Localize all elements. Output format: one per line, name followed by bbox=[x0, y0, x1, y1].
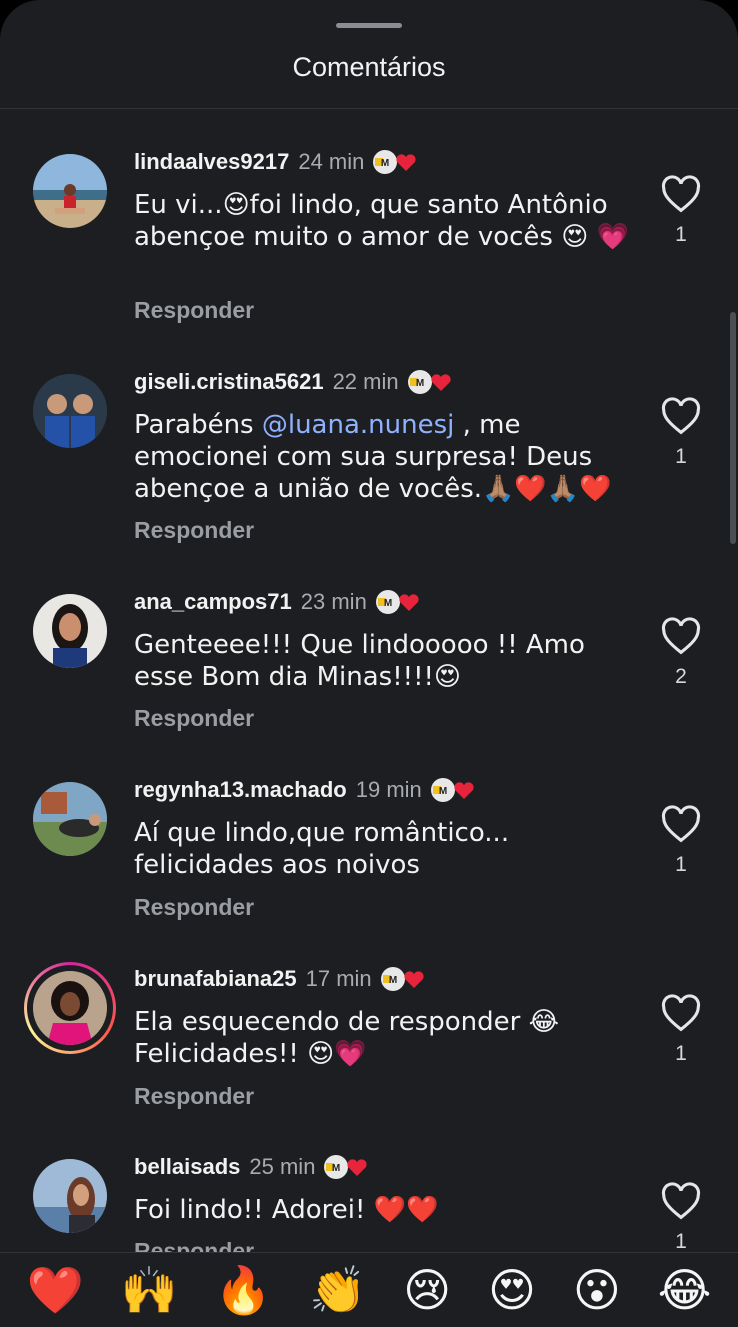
comment-meta: giseli.cristina5621 22 min M bbox=[134, 367, 453, 397]
reaction-fire-icon[interactable]: 🔥 bbox=[215, 1267, 272, 1313]
avatar[interactable] bbox=[33, 1159, 107, 1233]
svg-text:M: M bbox=[381, 158, 389, 169]
like-count: 1 bbox=[675, 1042, 687, 1065]
like-count: 1 bbox=[675, 445, 687, 468]
like-heart-icon[interactable] bbox=[660, 1182, 702, 1220]
sheet-title: Comentários bbox=[292, 52, 446, 82]
comment-text: Parabéns @luana.nunesj , me emocionei co… bbox=[134, 409, 634, 505]
comment-text: Foi lindo!! Adorei! ❤️❤️ bbox=[134, 1195, 439, 1225]
fan-badge-icon: M bbox=[430, 778, 474, 802]
timestamp: 22 min bbox=[332, 369, 399, 394]
fan-badge-icon: M bbox=[375, 590, 419, 614]
reaction-heart-eyes-icon[interactable]: 😍 bbox=[488, 1267, 536, 1313]
comment-text: Genteeee!!! Que lindooooo !! Amo esse Bo… bbox=[134, 630, 585, 692]
svg-text:M: M bbox=[332, 1163, 340, 1174]
username[interactable]: ana_campos71 bbox=[134, 589, 292, 615]
reaction-surprised-face-icon[interactable]: 😮 bbox=[573, 1267, 621, 1313]
fan-badge-icon: M bbox=[380, 967, 424, 991]
like-count: 1 bbox=[675, 1230, 687, 1252]
scrollbar[interactable] bbox=[730, 312, 736, 544]
reaction-crying-face-icon[interactable]: 😢 bbox=[403, 1267, 451, 1313]
comment-meta: brunafabiana25 17 min M bbox=[134, 964, 426, 994]
timestamp: 23 min bbox=[300, 589, 367, 614]
comment-list[interactable]: lindaalves9217 24 min M Eu vi...😍foi lin… bbox=[0, 109, 738, 1252]
fan-badge-icon: M bbox=[324, 1155, 368, 1179]
like-heart-icon[interactable] bbox=[660, 994, 702, 1032]
timestamp: 17 min bbox=[305, 966, 372, 991]
comments-sheet: Comentários lindaalves9217 24 min M Eu v… bbox=[0, 0, 738, 1327]
reaction-tears-of-joy-icon[interactable]: 😂 bbox=[658, 1267, 712, 1313]
username[interactable]: brunafabiana25 bbox=[134, 966, 297, 992]
svg-text:M: M bbox=[384, 598, 392, 609]
username[interactable]: lindaalves9217 bbox=[134, 149, 289, 175]
reply-button[interactable]: Responder bbox=[134, 1238, 254, 1252]
reply-button[interactable]: Responder bbox=[134, 894, 254, 921]
username[interactable]: bellaisads bbox=[134, 1154, 240, 1180]
reply-button[interactable]: Responder bbox=[134, 297, 254, 324]
comment-text-part: Parabéns bbox=[134, 410, 262, 440]
reply-button[interactable]: Responder bbox=[134, 705, 254, 732]
reaction-raising-hands-icon[interactable]: 🙌 bbox=[121, 1267, 178, 1313]
comment-meta: bellaisads 25 min M bbox=[134, 1152, 369, 1182]
username[interactable]: regynha13.machado bbox=[134, 777, 347, 803]
username[interactable]: giseli.cristina5621 bbox=[134, 369, 324, 395]
timestamp: 24 min bbox=[298, 149, 365, 174]
fan-badge-icon: M bbox=[407, 370, 451, 394]
comment-meta: regynha13.machado 19 min M bbox=[134, 775, 476, 805]
mention-link[interactable]: @luana.nunesj bbox=[262, 410, 455, 440]
like-heart-icon[interactable] bbox=[660, 805, 702, 843]
avatar[interactable] bbox=[33, 782, 107, 856]
avatar[interactable] bbox=[33, 594, 107, 668]
fan-badge-icon: M bbox=[373, 150, 417, 174]
like-heart-icon[interactable] bbox=[660, 175, 702, 213]
svg-text:M: M bbox=[439, 786, 447, 797]
like-count: 1 bbox=[675, 223, 687, 246]
avatar[interactable] bbox=[33, 374, 107, 448]
like-heart-icon[interactable] bbox=[660, 397, 702, 435]
timestamp: 19 min bbox=[355, 777, 422, 802]
like-count: 1 bbox=[675, 853, 687, 876]
like-count: 2 bbox=[675, 665, 687, 688]
timestamp: 25 min bbox=[249, 1154, 316, 1179]
comment-meta: lindaalves9217 24 min M bbox=[134, 147, 418, 177]
like-heart-icon[interactable] bbox=[660, 617, 702, 655]
drag-handle[interactable] bbox=[336, 23, 402, 28]
comment-meta: ana_campos71 23 min M bbox=[134, 587, 421, 617]
comment-text: Ela esquecendo de responder 😂 Felicidade… bbox=[134, 1007, 559, 1069]
comment-text: Eu vi...😍foi lindo, que santo Antônio ab… bbox=[134, 190, 629, 252]
svg-text:M: M bbox=[388, 975, 396, 986]
reaction-clapping-hands-icon[interactable]: 👏 bbox=[309, 1267, 366, 1313]
reaction-red-heart-icon[interactable]: ❤️ bbox=[26, 1267, 83, 1313]
svg-text:M: M bbox=[415, 378, 423, 389]
comment-text: Aí que lindo,que romântico... felicidade… bbox=[134, 818, 510, 880]
reply-button[interactable]: Responder bbox=[134, 517, 254, 544]
avatar[interactable] bbox=[33, 971, 107, 1045]
avatar[interactable] bbox=[33, 154, 107, 228]
reply-button[interactable]: Responder bbox=[134, 1083, 254, 1110]
quick-reactions-bar: ❤️ 🙌 🔥 👏 😢 😍 😮 😂 bbox=[0, 1252, 738, 1327]
